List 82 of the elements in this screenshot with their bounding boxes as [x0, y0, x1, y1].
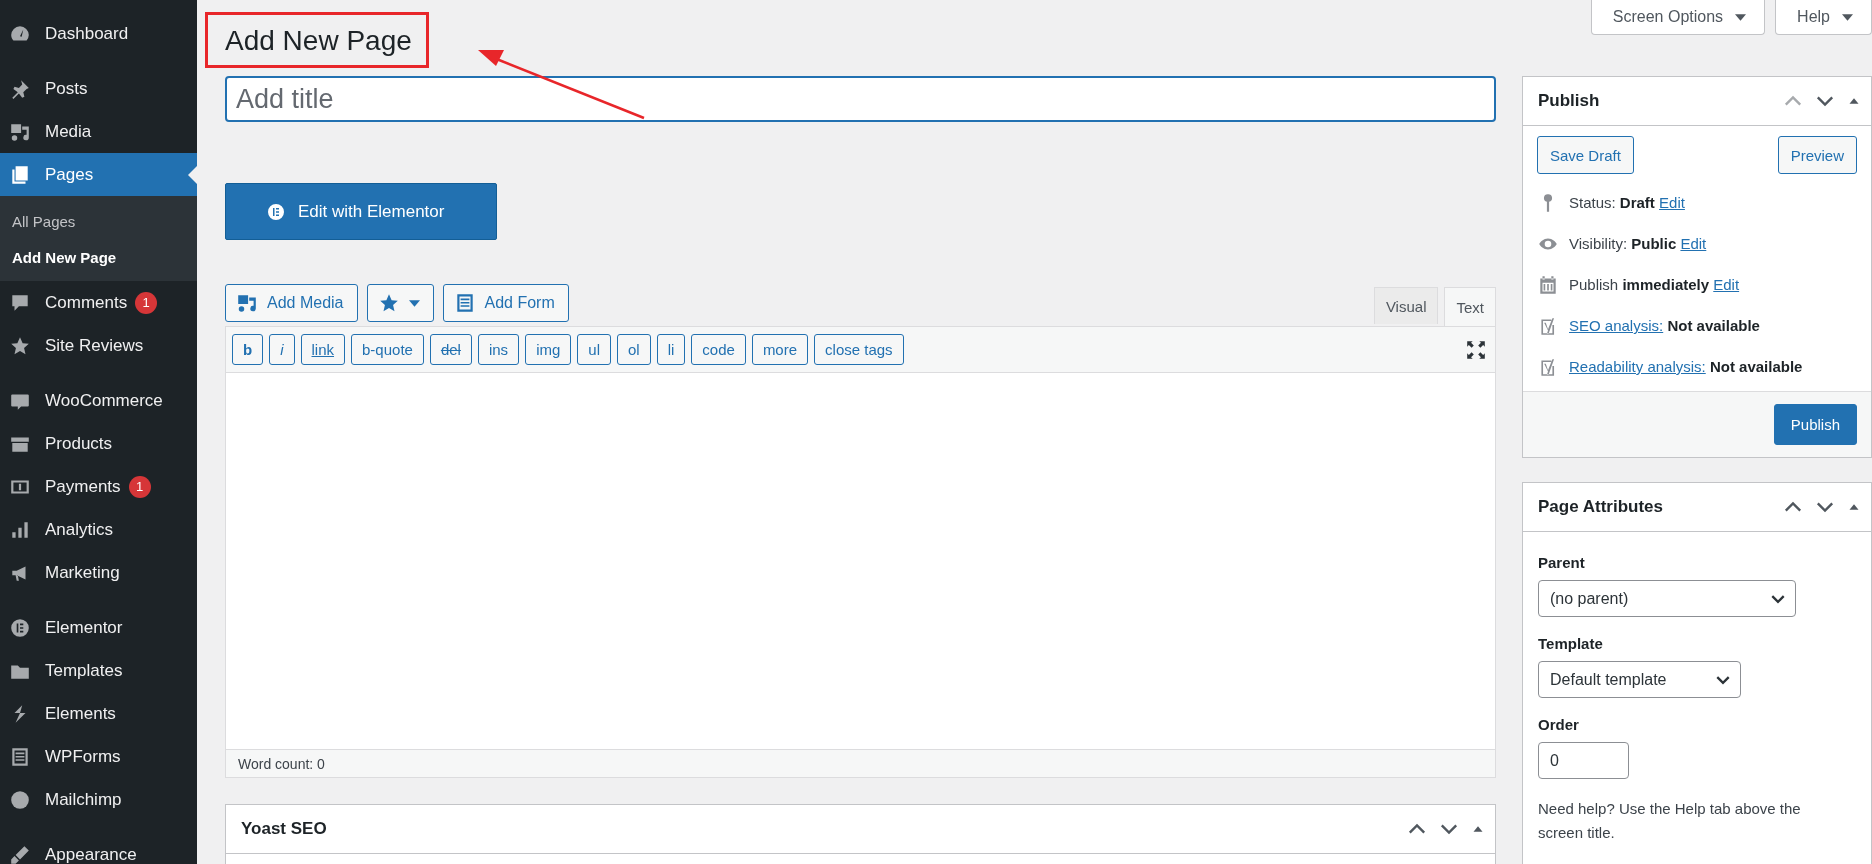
caret-icon: [1842, 13, 1853, 21]
add-media-button[interactable]: Add Media: [225, 284, 358, 322]
format-button[interactable]: link: [300, 334, 346, 365]
sidebar-item[interactable]: WPForms: [0, 735, 197, 778]
menu-icon: [9, 616, 31, 639]
analysis-link[interactable]: Readability analysis:: [1569, 358, 1706, 375]
edit-link[interactable]: Edit: [1713, 276, 1740, 293]
menu-icon: [9, 843, 31, 864]
panel-title: Publish: [1538, 91, 1600, 111]
editor-tab[interactable]: Visual: [1373, 287, 1439, 324]
format-button[interactable]: close tags: [814, 334, 904, 365]
help-text: Need help? Use the Help tab above the screen title.: [1538, 799, 1802, 843]
menu-icon: [9, 163, 31, 186]
sidebar-item[interactable]: Mailchimp: [0, 778, 197, 821]
word-count: Word count: 0: [238, 755, 325, 772]
chevron-icon: [1716, 675, 1730, 684]
format-button[interactable]: b-quote: [351, 334, 424, 365]
publish-setting: Status: Draft Edit: [1569, 194, 1685, 211]
menu-icon: [9, 788, 31, 811]
sidebar-item[interactable]: Pages: [0, 153, 197, 196]
sidebar-item[interactable]: Dashboard: [0, 12, 197, 55]
format-button[interactable]: ol: [617, 334, 651, 365]
edit-link[interactable]: Edit: [1680, 235, 1707, 252]
field-label: Order: [1538, 716, 1579, 733]
publish-setting: Visibility: Public Edit: [1569, 235, 1707, 252]
sidebar-item[interactable]: Elementor: [0, 606, 197, 649]
header-tab[interactable]: Help: [1775, 0, 1872, 35]
sidebar-item[interactable]: Comments 1: [0, 281, 197, 324]
save-draft-button[interactable]: Save Draft: [1537, 136, 1634, 174]
analysis-status: Readability analysis: Not available: [1569, 358, 1803, 375]
title-field[interactable]: Add title: [225, 76, 1496, 122]
elementor-button[interactable]: Edit with Elementor: [225, 183, 497, 240]
format-button[interactable]: more: [751, 334, 809, 365]
format-button[interactable]: li: [656, 334, 686, 365]
sidebar-item[interactable]: Elements: [0, 692, 197, 735]
analysis-status: SEO analysis: Not available: [1569, 317, 1760, 334]
field-label: Parent: [1538, 554, 1585, 571]
editor-tab[interactable]: Text: [1444, 287, 1496, 326]
page-title: Add New Page: [225, 25, 412, 56]
field-label: Template: [1538, 635, 1603, 652]
sidebar-item[interactable]: Analytics: [0, 508, 197, 551]
fullscreen-icon[interactable]: [1465, 338, 1487, 361]
panel-title: Yoast SEO: [241, 819, 327, 839]
submenu-item[interactable]: All Pages: [0, 203, 197, 239]
elementor-icon: [266, 201, 286, 222]
format-button[interactable]: ins: [477, 334, 520, 365]
format-button[interactable]: ul: [577, 334, 611, 365]
sidebar-item[interactable]: Products: [0, 422, 197, 465]
analysis-link[interactable]: SEO analysis:: [1569, 317, 1664, 334]
sidebar-item[interactable]: Posts: [0, 67, 197, 110]
calendar-icon: [1537, 273, 1559, 296]
submenu-item[interactable]: Add New Page: [0, 239, 197, 275]
media-icon: [236, 292, 258, 314]
sidebar-item[interactable]: Marketing: [0, 551, 197, 594]
caret-icon: [1735, 13, 1747, 21]
caret-icon: [408, 299, 420, 307]
edit-link[interactable]: Edit: [1659, 194, 1685, 211]
publish-setting: Publish immediately Edit: [1569, 276, 1740, 293]
select-field[interactable]: (no parent): [1538, 580, 1796, 617]
format-button[interactable]: img: [525, 334, 572, 365]
panel-title: Page Attributes: [1538, 497, 1663, 517]
sidebar-item[interactable]: Payments 1: [0, 465, 197, 508]
select-field[interactable]: Default template: [1538, 661, 1741, 698]
rating-button[interactable]: [366, 284, 434, 322]
sidebar-item[interactable]: Media: [0, 110, 197, 153]
sidebar-item[interactable]: Templates: [0, 649, 197, 692]
sidebar-item[interactable]: WooCommerce: [0, 379, 197, 422]
sidebar-item[interactable]: Appearance: [0, 833, 197, 864]
format-button[interactable]: b: [232, 334, 264, 365]
format-button[interactable]: code: [691, 334, 746, 365]
count-badge: 1: [135, 291, 158, 314]
order-field[interactable]: 0: [1538, 742, 1629, 779]
format-button[interactable]: del: [429, 334, 472, 365]
count-badge: 1: [128, 475, 151, 498]
preview-button[interactable]: Preview: [1777, 136, 1857, 174]
format-button[interactable]: i: [269, 334, 295, 365]
sidebar-item[interactable]: Site Reviews: [0, 324, 197, 367]
add-form-button[interactable]: Add Form: [442, 284, 569, 322]
chevron-icon: [1771, 594, 1785, 603]
menu-icon: [9, 745, 31, 768]
header-tab[interactable]: Screen Options: [1590, 0, 1766, 35]
publish-button[interactable]: Publish: [1773, 404, 1857, 445]
